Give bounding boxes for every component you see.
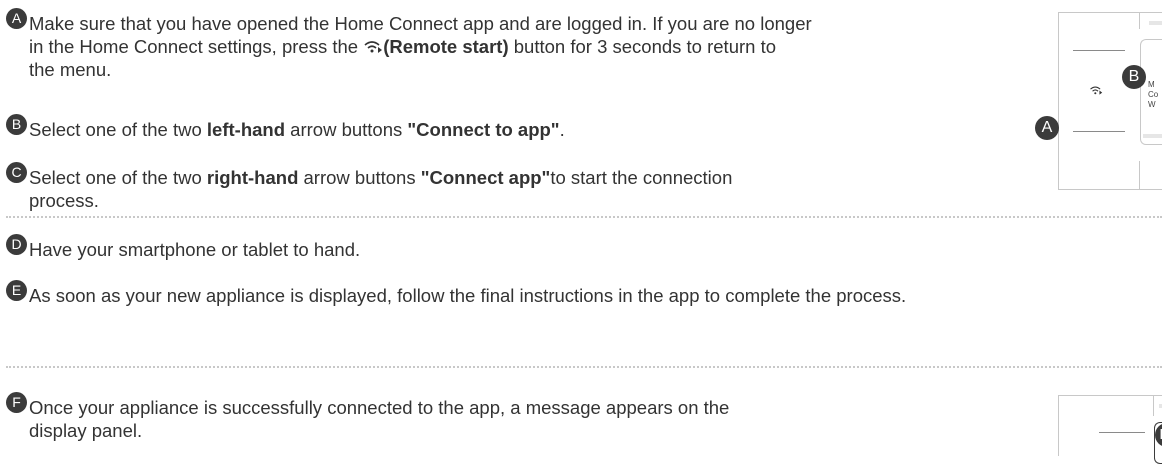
step-f-text: Once your appliance is successfully conn… — [29, 397, 730, 441]
step-badge-f: F — [6, 392, 27, 413]
step-c-text: Select one of the two right-hand arrow b… — [29, 167, 733, 211]
step-d: D Have your smartphone or tablet to hand… — [6, 234, 361, 261]
display-screen: M Co W — [1140, 39, 1162, 145]
step-c: C Select one of the two right-hand arrow… — [6, 162, 733, 212]
appliance-display-illustration: M Co W A B — [1035, 12, 1162, 190]
section-divider-1 — [6, 216, 1162, 218]
step-e: E As soon as your new appliance is displ… — [6, 280, 907, 307]
appliance-display-illustration-bottom: F — [1058, 395, 1162, 464]
section-divider-2 — [6, 366, 1162, 368]
step-badge-d: D — [6, 234, 27, 255]
step-badge-e: E — [6, 280, 27, 301]
illustration-badge-a: A — [1035, 116, 1059, 140]
illustration-badge-b: B — [1122, 65, 1146, 89]
remote-start-icon — [364, 41, 383, 53]
step-badge-b: B — [6, 114, 27, 135]
step-badge-c: C — [6, 162, 27, 183]
step-f: F Once your appliance is successfully co… — [6, 392, 730, 442]
step-b: B Select one of the two left-hand arrow … — [6, 114, 565, 141]
step-a-text: Make sure that you have opened the Home … — [29, 13, 812, 80]
remote-start-icon — [1090, 86, 1103, 95]
step-e-text: As soon as your new appliance is display… — [29, 285, 907, 306]
step-b-text: Select one of the two left-hand arrow bu… — [29, 119, 565, 140]
step-badge-a: A — [6, 8, 27, 29]
step-d-text: Have your smartphone or tablet to hand. — [29, 239, 361, 260]
step-a: A Make sure that you have opened the Hom… — [6, 8, 812, 81]
